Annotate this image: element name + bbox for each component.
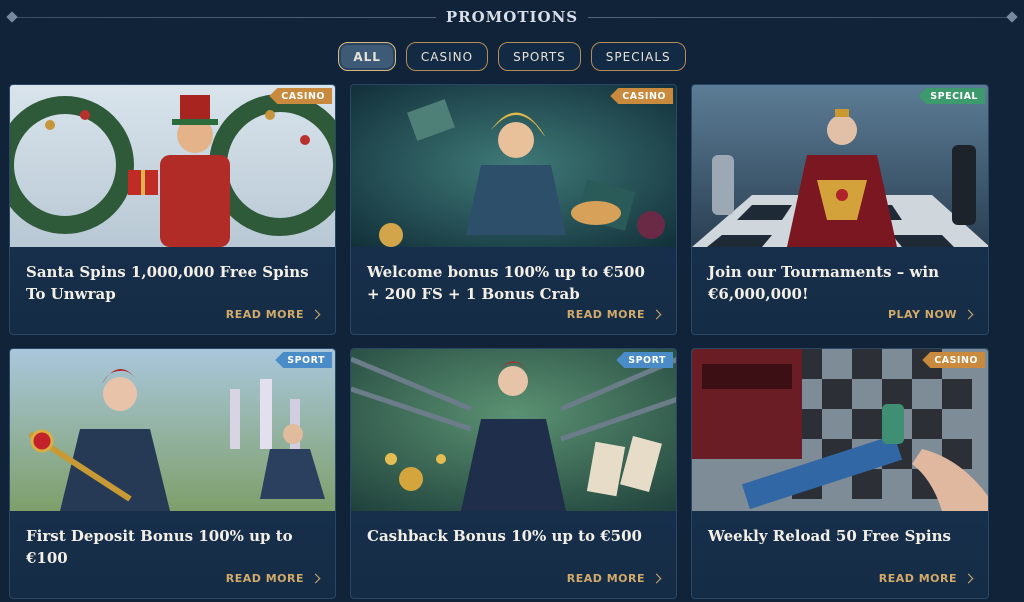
- promotion-card[interactable]: SPECIAL Join our Tournaments – win €6,00…: [691, 84, 989, 335]
- category-tag: SPORT: [275, 352, 332, 368]
- promotion-card[interactable]: CASINO Weekly Reload 50 Free Spins READ …: [691, 348, 989, 599]
- read-more-link[interactable]: READ MORE: [226, 308, 321, 321]
- promotions-grid: CASINO Santa Spins 1,000,000 Free Spins …: [9, 84, 989, 599]
- read-more-link[interactable]: READ MORE: [567, 572, 662, 585]
- filter-sports-button[interactable]: SPORTS: [498, 42, 581, 71]
- chevron-right-icon: [963, 309, 974, 320]
- promotion-title: Cashback Bonus 10% up to €500: [367, 527, 642, 545]
- promotion-title: Join our Tournaments – win €6,000,000!: [708, 263, 939, 303]
- page-title: PROMOTIONS: [0, 8, 1024, 26]
- category-tag: CASINO: [610, 88, 673, 104]
- read-more-link[interactable]: READ MORE: [567, 308, 662, 321]
- chevron-right-icon: [963, 573, 974, 584]
- promotion-title: Welcome bonus 100% up to €500 + 200 FS +…: [367, 263, 645, 303]
- chevron-right-icon: [651, 309, 662, 320]
- promotion-filters: ALL CASINO SPORTS SPECIALS: [0, 42, 1024, 71]
- category-tag: SPECIAL: [918, 88, 985, 104]
- promotion-card[interactable]: SPORT First Deposit Bonus 100% up to €10…: [9, 348, 336, 599]
- promotion-title: Santa Spins 1,000,000 Free Spins To Unwr…: [26, 263, 309, 303]
- filter-all-button[interactable]: ALL: [338, 42, 396, 71]
- promotion-image-alice: CASINO: [351, 85, 676, 247]
- read-more-link[interactable]: READ MORE: [226, 572, 321, 585]
- play-now-link[interactable]: PLAY NOW: [888, 308, 974, 321]
- promotion-image-santa: CASINO: [10, 85, 335, 247]
- filter-casino-button[interactable]: CASINO: [405, 42, 489, 71]
- promotion-image-reload: CASINO: [692, 349, 988, 511]
- promotion-card[interactable]: CASINO Welcome bonus 100% up to €500 + 2…: [350, 84, 677, 335]
- promotion-card[interactable]: SPORT Cashback Bonus 10% up to €500 READ…: [350, 348, 677, 599]
- category-tag: SPORT: [616, 352, 673, 368]
- promotion-image-queen-chess: SPECIAL: [692, 85, 988, 247]
- filter-specials-button[interactable]: SPECIALS: [590, 42, 686, 71]
- category-tag: CASINO: [269, 88, 332, 104]
- promotion-title: Weekly Reload 50 Free Spins: [708, 527, 951, 545]
- read-more-link[interactable]: READ MORE: [879, 572, 974, 585]
- promotion-card[interactable]: CASINO Santa Spins 1,000,000 Free Spins …: [9, 84, 336, 335]
- chevron-right-icon: [310, 573, 321, 584]
- category-tag: CASINO: [922, 352, 985, 368]
- chevron-right-icon: [310, 309, 321, 320]
- promotion-title: First Deposit Bonus 100% up to €100: [26, 527, 293, 567]
- promotion-image-queen-cards: SPORT: [351, 349, 676, 511]
- chevron-right-icon: [651, 573, 662, 584]
- promotion-image-queen-garden: SPORT: [10, 349, 335, 511]
